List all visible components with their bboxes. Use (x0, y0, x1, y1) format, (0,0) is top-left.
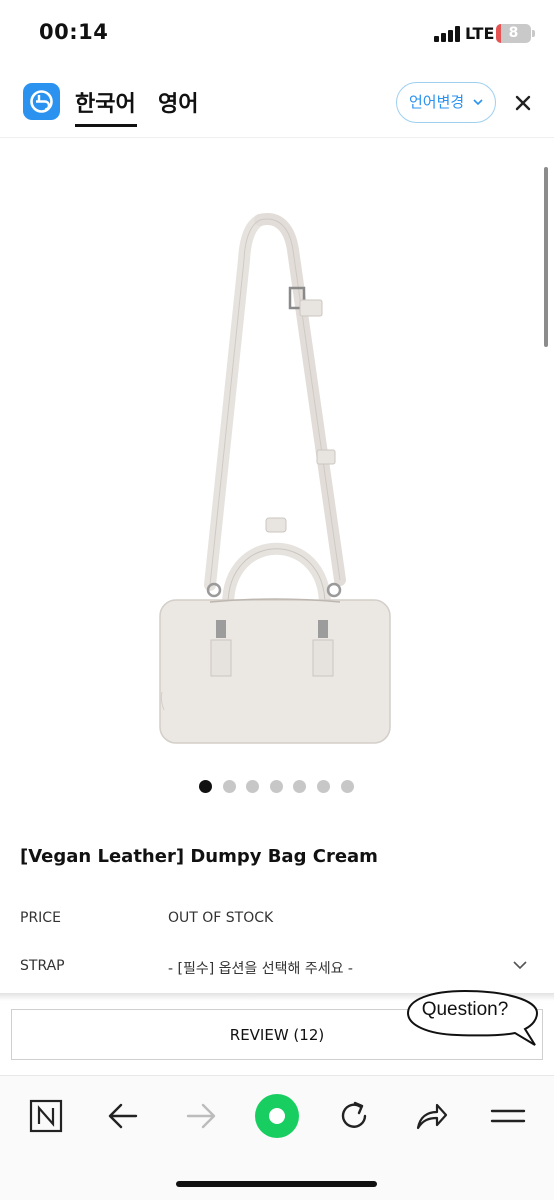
product-title: [Vegan Leather] Dumpy Bag Cream (20, 846, 378, 867)
signal-icon (434, 26, 460, 42)
translate-app-logo (23, 83, 60, 120)
product-image[interactable] (140, 200, 420, 760)
refresh-icon[interactable] (334, 1096, 374, 1136)
back-icon[interactable] (103, 1096, 143, 1136)
browser-toolbar (0, 1075, 554, 1200)
battery-tip (532, 30, 535, 37)
network-type: LTE (465, 24, 495, 43)
pagination-dot[interactable] (199, 780, 212, 793)
pagination-dot[interactable] (270, 780, 283, 793)
pagination-dot[interactable] (293, 780, 306, 793)
change-language-button[interactable]: 언어변경 (396, 82, 496, 123)
green-home-icon[interactable] (254, 1093, 300, 1139)
translate-header: 한국어 영어 언어변경 (0, 66, 554, 138)
question-label[interactable]: Question? (405, 999, 525, 1021)
pagination-dot[interactable] (246, 780, 259, 793)
pagination-dot[interactable] (317, 780, 330, 793)
price-label: PRICE (20, 910, 61, 926)
battery-icon: 8 (496, 24, 531, 43)
status-bar: 00:14 LTE 8 (0, 0, 554, 66)
tab-english[interactable]: 영어 (158, 86, 198, 118)
share-icon[interactable] (411, 1096, 451, 1136)
pagination-dot[interactable] (223, 780, 236, 793)
status-time: 00:14 (39, 20, 109, 44)
chevron-down-icon[interactable] (512, 959, 528, 971)
scroll-indicator[interactable] (544, 167, 548, 347)
pagination-dot[interactable] (341, 780, 354, 793)
tab-korean[interactable]: 한국어 (75, 86, 136, 118)
active-tab-underline (75, 124, 137, 127)
change-language-label: 언어변경 (409, 93, 465, 111)
image-pagination (199, 780, 359, 794)
close-icon[interactable] (512, 92, 534, 114)
menu-icon[interactable] (488, 1096, 528, 1136)
price-value: OUT OF STOCK (168, 910, 274, 926)
forward-icon[interactable] (181, 1096, 221, 1136)
home-indicator (176, 1181, 377, 1187)
chevron-down-icon (473, 99, 483, 106)
strap-label: STRAP (20, 958, 65, 974)
strap-select[interactable]: - [필수] 옵션을 선택해 주세요 - (168, 958, 353, 978)
naver-icon[interactable] (26, 1096, 66, 1136)
battery-level: 8 (508, 25, 519, 41)
